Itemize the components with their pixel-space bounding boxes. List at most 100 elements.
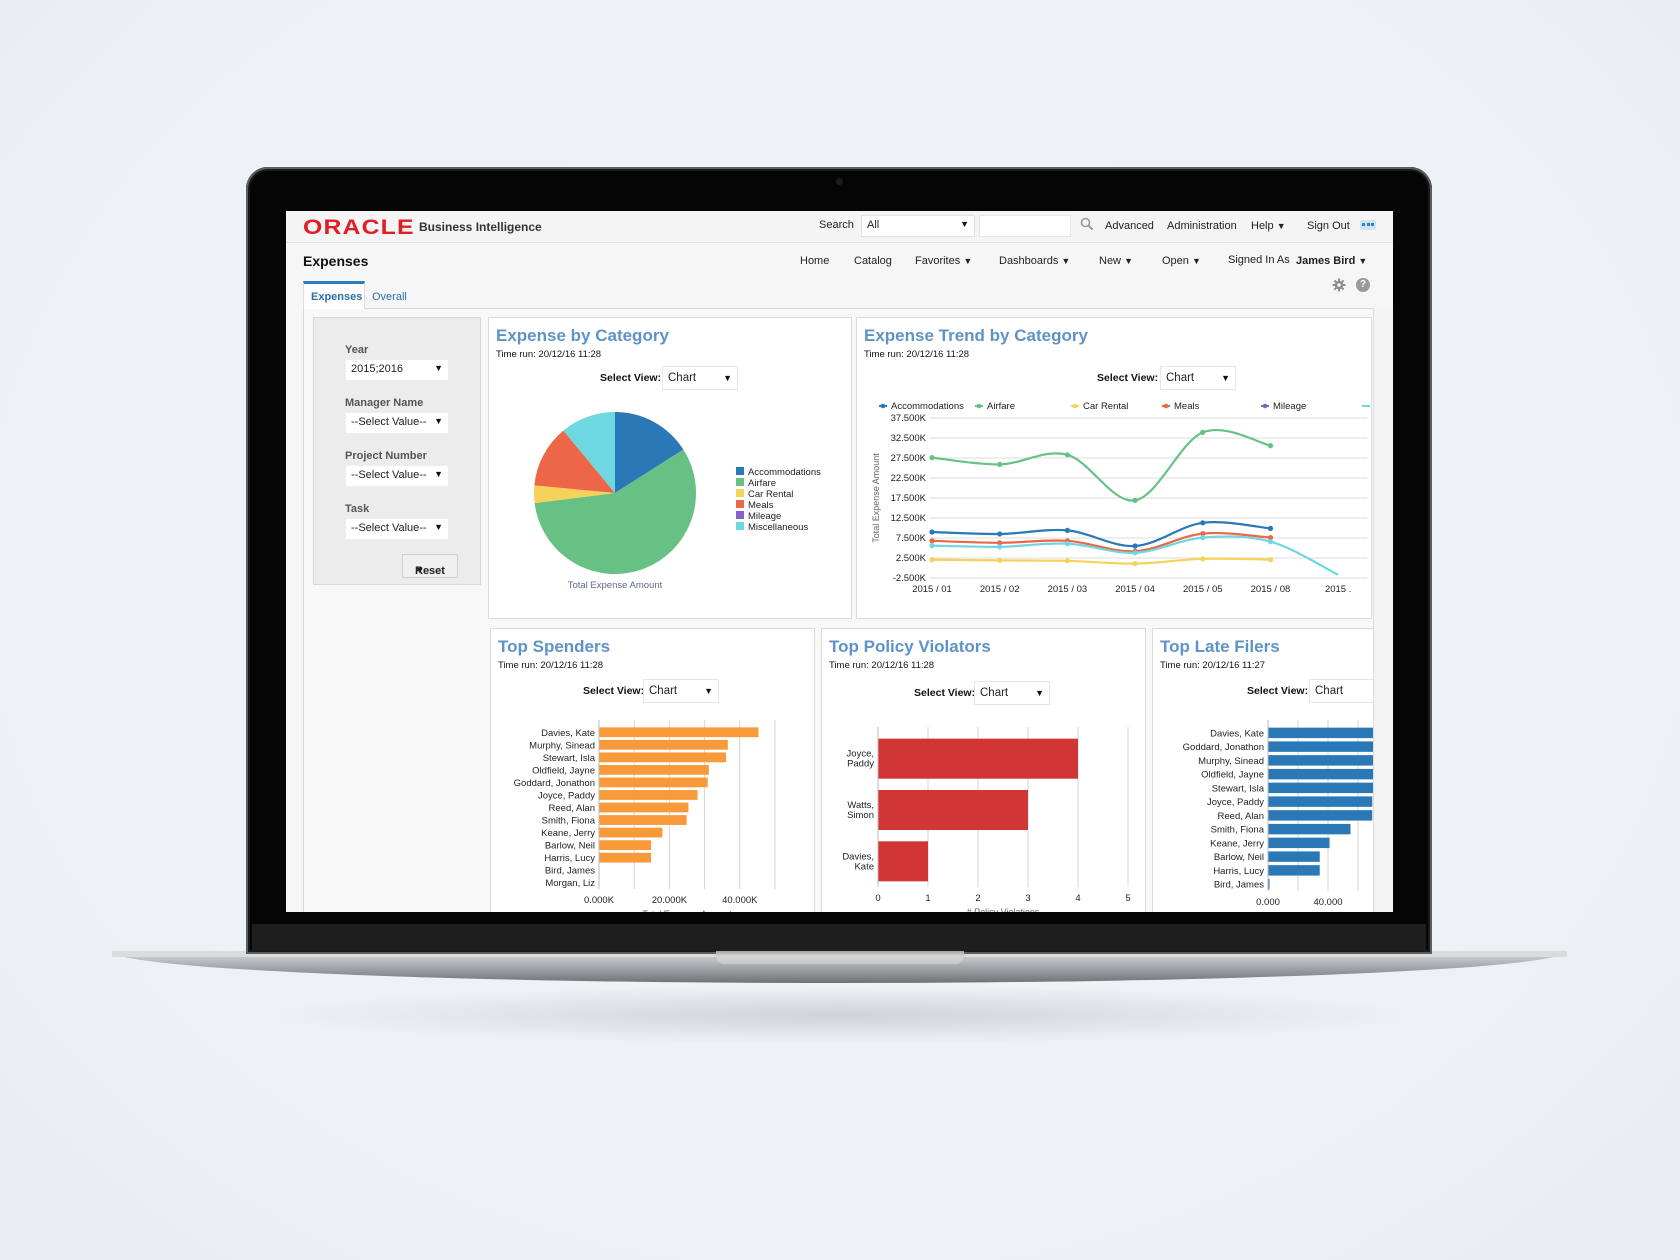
category-label: Keane, Jerry <box>541 828 595 839</box>
x-tick-label: 2015 / 08 <box>1251 584 1291 595</box>
nav-open-label: Open <box>1162 255 1189 267</box>
y-axis-title: Total Expense Amount <box>871 453 881 543</box>
category-label: Reed, Alan <box>549 803 595 814</box>
search-input[interactable] <box>979 215 1071 237</box>
signed-in-label: Signed In As <box>1228 254 1290 266</box>
y-tick-label: 12.500K <box>891 513 927 524</box>
data-point <box>997 531 1003 537</box>
data-point <box>997 557 1003 563</box>
line-chart: 37.500K 32.500K 27.500K 22.500K 17.500K 12.50… <box>871 401 1370 595</box>
category-label: Harris, Lucy <box>1213 866 1264 877</box>
x-tick-label: 2015 / 04 <box>1115 584 1155 595</box>
user-name: James Bird <box>1296 255 1356 267</box>
chevron-down-icon: ▼ <box>434 469 443 479</box>
bar <box>1268 755 1376 766</box>
chevron-down-icon: ▼ <box>1061 256 1071 266</box>
category-label: Paddy <box>847 759 874 770</box>
bar <box>1268 823 1351 835</box>
help-menu[interactable]: Help ▼ <box>1251 220 1286 232</box>
project-select[interactable]: --Select Value-- ▼ <box>345 465 449 487</box>
legend-label: Accommodations <box>748 467 821 478</box>
data-point <box>1064 452 1070 458</box>
tab-expenses[interactable]: Expenses <box>303 281 365 309</box>
category-label: Barlow, Neil <box>1214 852 1264 863</box>
nav-dashboards[interactable]: Dashboards ▼ <box>999 255 1070 267</box>
data-point <box>1064 527 1070 533</box>
category-label: Davies, Kate <box>1210 728 1264 739</box>
nav-favorites[interactable]: Favorites ▼ <box>915 255 972 267</box>
x-axis-title: # Policy Violations <box>967 907 1040 912</box>
reset-button[interactable]: Reset ▼ <box>402 554 458 578</box>
tab-expenses-label: Expenses <box>311 291 363 303</box>
category-label: Stewart, Isla <box>1212 783 1265 794</box>
category-label: Smith, Fiona <box>542 816 596 827</box>
nav-home[interactable]: Home <box>800 255 829 267</box>
year-label: Year <box>345 344 369 356</box>
data-point <box>1267 443 1274 449</box>
sign-out-link[interactable]: Sign Out <box>1307 220 1350 232</box>
user-menu[interactable]: James Bird ▼ <box>1296 255 1367 267</box>
oracle-logo[interactable]: ORACLE <box>303 216 415 240</box>
bar <box>599 815 687 825</box>
x-tick-label: 40.000K <box>722 895 758 906</box>
filter-panel: Year 2015;2016 ▼ Manager Name --Select Va… <box>313 317 481 585</box>
right-gutter <box>1373 308 1393 912</box>
search-scope-select[interactable]: All ▼ <box>861 215 975 237</box>
bar-chart: 0.00040.0008Davies, KateGoddard, Jonatho… <box>1183 720 1386 912</box>
manager-select[interactable]: --Select Value-- ▼ <box>345 412 449 434</box>
y-tick-label: 2.500K <box>896 553 927 564</box>
nav-favorites-label: Favorites <box>915 255 961 267</box>
category-label: Oldfield, Jayne <box>532 765 595 776</box>
chevron-down-icon: ▼ <box>434 363 443 373</box>
legend-dot <box>976 403 982 409</box>
x-tick-label: 0 <box>875 893 880 904</box>
data-point <box>1200 520 1206 526</box>
more-icon[interactable] <box>1360 220 1376 230</box>
data-point <box>929 543 935 549</box>
nav-open[interactable]: Open ▼ <box>1162 255 1201 267</box>
category-label: Bird, James <box>1214 880 1264 891</box>
data-point <box>929 529 935 535</box>
legend-swatch <box>736 489 744 497</box>
data-point <box>1132 497 1138 503</box>
bar <box>1268 810 1373 821</box>
gear-icon[interactable] <box>1332 278 1346 292</box>
x-tick-label: 2015 . <box>1325 584 1351 595</box>
x-tick-label: 5 <box>1125 893 1130 904</box>
legend-label: Miscellaneous <box>748 522 808 533</box>
legend-swatch <box>736 478 744 486</box>
bar <box>878 841 928 882</box>
help-icon[interactable]: ? <box>1356 278 1370 292</box>
x-tick-label: 20.000K <box>652 895 688 906</box>
legend-dot <box>1072 403 1078 409</box>
x-tick-label: 4 <box>1075 893 1080 904</box>
data-point <box>929 455 935 461</box>
data-point <box>929 538 935 544</box>
task-select[interactable]: --Select Value-- ▼ <box>345 518 449 540</box>
legend-label: Meals <box>1174 401 1200 412</box>
axis-title: Total Expense Amount <box>568 580 663 591</box>
x-tick-label: 2015 / 03 <box>1048 584 1088 595</box>
category-label: Murphy, Sinead <box>1198 756 1264 767</box>
nav-new[interactable]: New ▼ <box>1099 255 1133 267</box>
bar <box>599 777 708 788</box>
year-select[interactable]: 2015;2016 ▼ <box>345 359 449 381</box>
bar <box>599 802 689 813</box>
data-point <box>1267 539 1274 545</box>
chevron-down-icon: ▼ <box>434 416 443 426</box>
legend-label: Airfare <box>987 401 1015 412</box>
advanced-search-link[interactable]: Advanced <box>1105 220 1154 232</box>
search-scope-value: All <box>867 219 880 231</box>
chevron-down-icon: ▼ <box>1358 256 1368 266</box>
category-label: Goddard, Jonathon <box>514 778 595 789</box>
bar <box>1268 796 1373 807</box>
bar <box>878 738 1078 779</box>
bar <box>1268 851 1320 862</box>
expense-by-category-panel: Expense by Category Time run: 20/12/16 1… <box>488 317 852 619</box>
nav-catalog[interactable]: Catalog <box>854 255 892 267</box>
legend-label: Mileage <box>748 511 781 522</box>
category-label: Kate <box>854 861 874 872</box>
administration-link[interactable]: Administration <box>1167 220 1237 232</box>
data-point <box>1064 558 1070 564</box>
search-icon[interactable] <box>1080 217 1094 231</box>
